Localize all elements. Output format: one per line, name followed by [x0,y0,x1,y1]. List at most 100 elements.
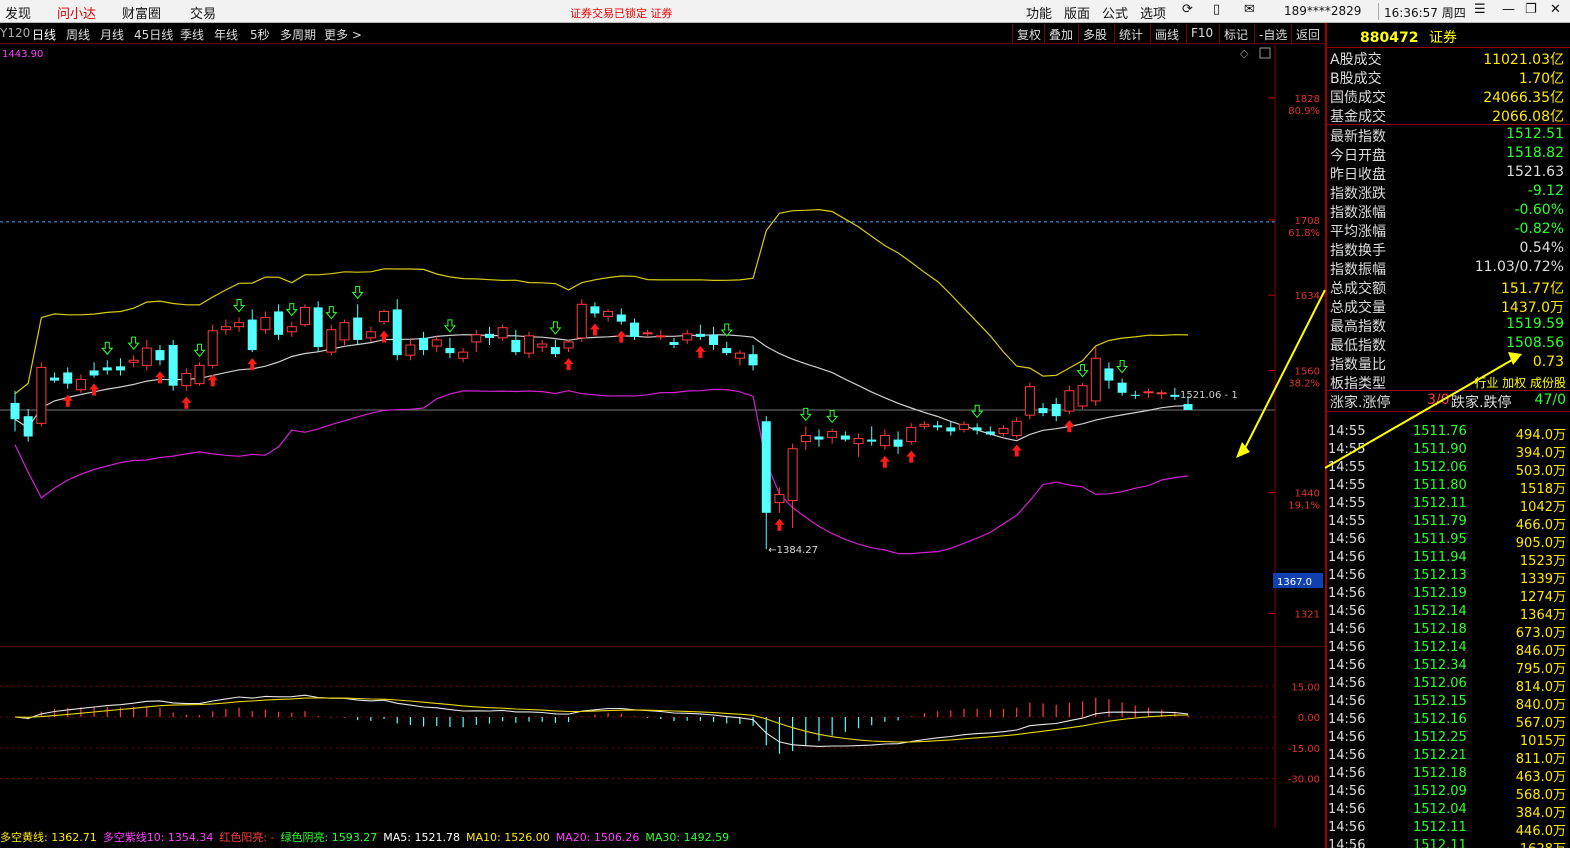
board-type-tags[interactable]: 行业 加权 成份股 [1474,374,1566,391]
close-icon[interactable]: ✕ [1550,2,1561,17]
candle[interactable] [1156,389,1167,399]
candle[interactable] [879,429,890,450]
candle[interactable] [814,429,824,447]
candle[interactable] [629,318,639,340]
candle[interactable] [1143,388,1154,398]
menu-function[interactable]: 功能 [1026,3,1052,22]
candle[interactable] [603,309,614,322]
candle[interactable] [906,423,917,445]
candle[interactable] [537,339,548,353]
restore-icon[interactable]: ❐ [1525,2,1537,17]
candle[interactable] [1104,362,1114,389]
candle[interactable] [1170,387,1180,400]
candle[interactable] [36,362,47,427]
period-weekly[interactable]: 周线 [66,26,90,43]
candle[interactable] [365,326,376,342]
candle[interactable] [313,301,323,353]
macd-chart[interactable]: 15.00 0.00 -15.00 -30.00 [0,646,1325,828]
tool-statistics[interactable]: 统计 [1114,24,1147,43]
candle[interactable] [853,433,864,457]
candle[interactable] [958,421,969,433]
menu-options[interactable]: 选项 [1140,3,1166,22]
period-multi[interactable]: 多周期 [280,26,316,43]
period-quarterly[interactable]: 季线 [180,26,204,43]
candle[interactable] [590,302,600,318]
candle[interactable] [247,309,257,353]
candle[interactable] [1064,385,1075,415]
candle[interactable] [1077,382,1088,410]
candle[interactable] [616,308,626,325]
period-5sec[interactable]: 5秒 [250,26,270,43]
candle[interactable] [748,345,758,371]
candle[interactable] [985,426,995,436]
tick-list[interactable]: 14:55 1511.76 494.0万 14:55 1511.90 394.0万 14:5… [1327,423,1570,848]
candle[interactable] [220,319,231,335]
candle[interactable] [709,326,719,351]
period-daily[interactable]: 日线 [32,26,56,43]
period-45day[interactable]: 45日线 [134,26,173,43]
candle[interactable] [115,358,125,376]
menu-dropdown-icon[interactable]: ☰ [1474,2,1486,17]
candle[interactable] [563,339,574,353]
candle[interactable] [379,309,390,325]
candle[interactable] [234,317,245,332]
period-yearly[interactable]: 年线 [214,26,238,43]
tool-watchlist[interactable]: -自选 [1254,24,1291,43]
candle[interactable] [155,345,165,366]
nav-discover[interactable]: 发现 [5,3,31,22]
candle[interactable] [405,337,416,361]
candle[interactable] [128,355,139,368]
candle[interactable] [286,321,297,337]
mail-icon[interactable]: ✉ [1244,2,1255,17]
candle[interactable] [1038,402,1048,417]
nav-trade[interactable]: 交易 [190,3,216,22]
tool-draw[interactable]: 画线 [1150,24,1183,43]
candle[interactable] [299,304,310,327]
menu-formula[interactable]: 公式 [1102,3,1128,22]
candle[interactable] [50,372,60,383]
refresh-icon[interactable]: ⟳ [1182,2,1193,17]
candle[interactable] [722,341,732,356]
candle[interactable] [471,329,482,353]
candle[interactable] [655,329,666,340]
period-monthly[interactable]: 月线 [100,26,124,43]
candle[interactable] [445,337,455,359]
candle[interactable] [946,421,956,436]
candle[interactable] [484,326,494,345]
candle[interactable] [419,331,429,356]
candle[interactable] [933,421,943,431]
candle[interactable] [682,329,693,344]
candle[interactable] [524,331,535,359]
candle[interactable] [326,324,337,356]
candle[interactable] [695,324,705,340]
candle[interactable] [1130,390,1140,399]
candle[interactable] [497,324,508,341]
candle[interactable] [207,324,218,369]
candle[interactable] [1090,347,1101,407]
settings-icon[interactable]: ◇ [1240,47,1249,60]
minimize-icon[interactable]: — [1502,2,1515,17]
tool-overlay[interactable]: 叠加 [1044,24,1077,43]
candle[interactable] [431,335,442,353]
candle[interactable] [787,443,798,529]
phone-icon[interactable]: ▯ [1213,2,1220,17]
candle[interactable] [734,350,745,366]
candle[interactable] [1024,382,1035,420]
candle[interactable] [75,374,86,393]
candle[interactable] [919,421,930,430]
nav-wealth-circle[interactable]: 财富圈 [122,3,161,22]
candle[interactable] [576,299,587,342]
menu-layout[interactable]: 版面 [1064,3,1090,22]
candle[interactable] [274,304,284,340]
nav-wenxiaoda[interactable]: 问小达 [57,3,96,22]
candle[interactable] [102,360,112,375]
candle[interactable] [511,329,521,356]
candle[interactable] [893,431,903,454]
candle[interactable] [550,339,560,358]
candle[interactable] [998,425,1009,437]
candle[interactable] [141,339,152,371]
candle[interactable] [827,428,838,444]
candle[interactable] [10,390,20,432]
user-account[interactable]: 189****2829 [1284,4,1361,18]
tool-back[interactable]: 返回 [1291,24,1324,43]
